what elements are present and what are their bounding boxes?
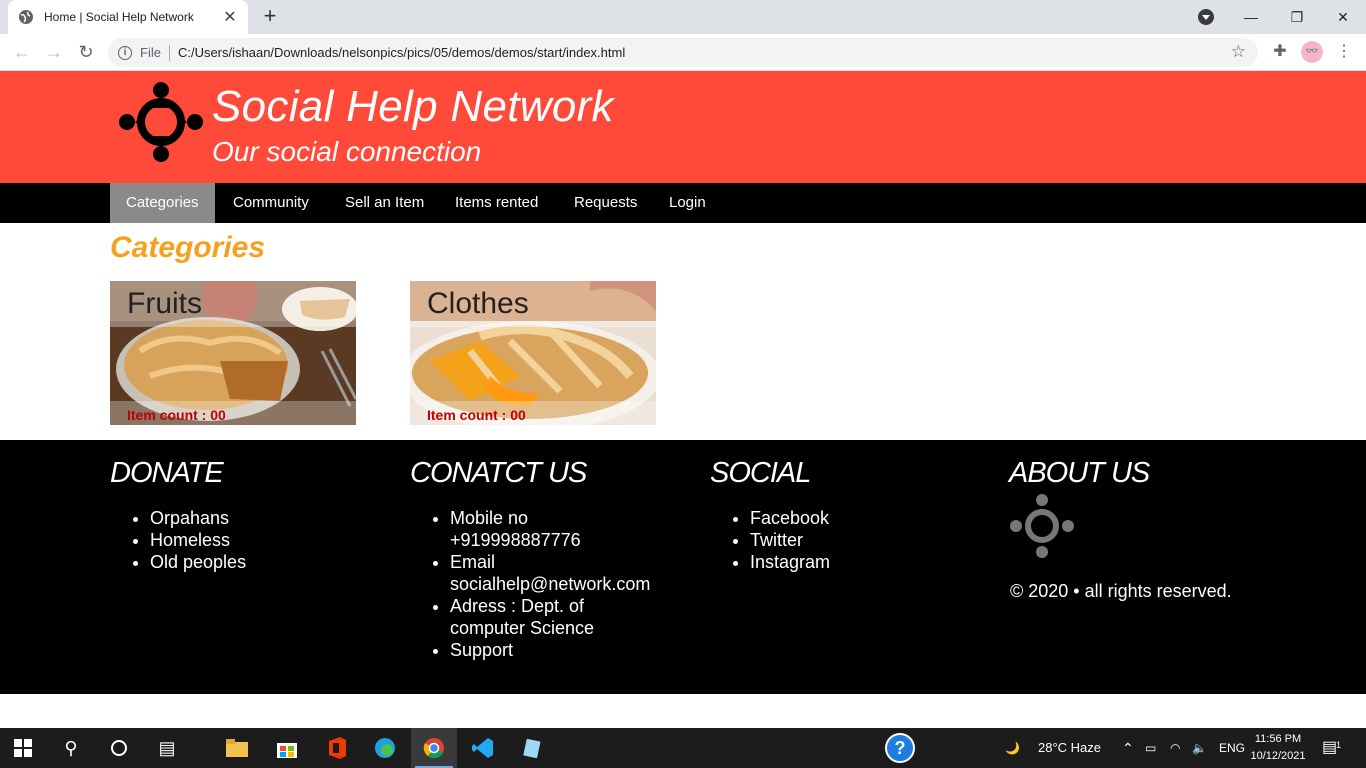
chrome-icon[interactable] <box>411 728 457 768</box>
url-scheme-label: File <box>140 45 161 60</box>
clock-date: 10/12/2021 <box>1250 750 1306 762</box>
card-name: Fruits <box>127 287 202 320</box>
category-card-clothes[interactable]: Clothes Item count : 00 <box>410 281 656 425</box>
back-arrow-icon[interactable]: ← <box>10 40 34 64</box>
contact-item[interactable]: Mobile no +919998887776 <box>450 507 660 551</box>
globe-icon <box>19 10 33 24</box>
taskbar-clock[interactable]: 11:56 PM 10/12/2021 <box>1248 731 1308 765</box>
menu-kebab-icon[interactable]: ⋮ <box>1333 41 1355 61</box>
site-header <box>0 71 1366 183</box>
windows-start-icon[interactable] <box>0 728 46 768</box>
donate-item[interactable]: Orpahans <box>150 507 394 529</box>
categories-title: Categories <box>110 231 266 264</box>
svg-text:?: ? <box>895 738 906 758</box>
tab-title: Home | Social Help Network <box>44 10 194 24</box>
browser-tab[interactable]: Home | Social Help Network ✕ <box>8 0 248 34</box>
nav-sell-an-item[interactable]: Sell an Item <box>329 183 440 223</box>
category-card-fruits[interactable]: Fruits Item count : 00 <box>110 281 356 425</box>
divider <box>168 44 170 61</box>
extensions-puzzle-icon[interactable]: ✚ <box>1269 41 1291 61</box>
store-icon[interactable] <box>264 728 310 768</box>
social-item[interactable]: Facebook <box>750 507 994 529</box>
url-text[interactable]: C:/Users/ishaan/Downloads/nelsonpics/pic… <box>178 45 625 60</box>
profile-avatar[interactable]: 👓 <box>1301 41 1323 63</box>
help-icon[interactable]: ? <box>877 728 923 768</box>
clock-time: 11:56 PM <box>1254 733 1302 745</box>
wifi-icon[interactable]: ◠ <box>1170 728 1180 768</box>
volume-icon[interactable]: 🔈 <box>1192 728 1207 768</box>
tab-search-icon[interactable] <box>1198 9 1214 25</box>
vscode-icon[interactable] <box>460 728 506 768</box>
donate-item[interactable]: Old peoples <box>150 551 394 573</box>
notification-count: 1 <box>1336 740 1342 750</box>
edge-icon[interactable] <box>362 728 408 768</box>
tab-close-icon[interactable]: ✕ <box>222 7 238 27</box>
nav-community[interactable]: Community <box>217 183 325 223</box>
language-indicator[interactable]: ENG <box>1219 728 1245 768</box>
contact-item[interactable]: Support <box>450 639 694 661</box>
contact-item[interactable]: Adress : Dept. of computer Science <box>450 595 640 639</box>
file-explorer-icon[interactable] <box>214 728 260 768</box>
windows-taskbar <box>0 728 1366 768</box>
weather-text[interactable]: 28°C Haze <box>1038 728 1101 768</box>
footer-logo-icon <box>1010 494 1074 558</box>
footer-social-title: SOCIAL <box>710 457 811 489</box>
forward-arrow-icon[interactable]: → <box>42 40 66 64</box>
address-bar[interactable]: i File C:/Users/ishaan/Downloads/nelsonp… <box>108 38 1258 67</box>
chevron-up-icon[interactable]: ⌃ <box>1122 728 1134 768</box>
contact-item[interactable]: Email socialhelp@network.com <box>450 551 694 595</box>
footer-contact: CONATCT US Mobile no +919998887776 Email… <box>410 455 694 661</box>
footer-donate: DONATE Orpahans Homeless Old peoples <box>110 455 394 573</box>
notepad-icon[interactable] <box>509 728 555 768</box>
battery-icon[interactable]: ▭ <box>1145 728 1156 768</box>
footer-social: SOCIAL Facebook Twitter Instagram <box>710 455 994 573</box>
minimize-button[interactable]: — <box>1228 0 1274 34</box>
site-subtitle: Our social connection <box>212 136 482 167</box>
info-icon[interactable]: i <box>118 45 132 60</box>
card-item-count: Item count : 00 <box>127 407 226 423</box>
task-view-icon[interactable]: ▤ <box>144 728 190 768</box>
social-item[interactable]: Twitter <box>750 529 994 551</box>
copyright-text: © 2020 • all rights reserved. <box>1010 581 1232 601</box>
nav-categories[interactable]: Categories <box>110 183 215 223</box>
nav-items-rented[interactable]: Items rented <box>439 183 554 223</box>
nav-login[interactable]: Login <box>653 183 722 223</box>
weather-icon[interactable]: 🌙 <box>1005 728 1020 768</box>
search-icon[interactable]: ⚲ <box>48 728 94 768</box>
bookmark-star-icon[interactable]: ☆ <box>1231 42 1246 62</box>
card-item-count: Item count : 00 <box>427 407 526 423</box>
footer-donate-title: DONATE <box>110 457 224 489</box>
cortana-icon[interactable] <box>96 728 142 768</box>
office-icon[interactable] <box>313 728 359 768</box>
footer-contact-title: CONATCT US <box>410 457 587 489</box>
card-name: Clothes <box>427 287 529 320</box>
reload-icon[interactable]: ↻ <box>74 40 98 64</box>
nav-requests[interactable]: Requests <box>558 183 653 223</box>
donate-item[interactable]: Homeless <box>150 529 394 551</box>
site-logo-icon <box>119 82 203 162</box>
new-tab-button[interactable]: + <box>258 4 282 28</box>
social-item[interactable]: Instagram <box>750 551 994 573</box>
close-window-button[interactable]: ✕ <box>1320 0 1366 34</box>
browser-toolbar: ← → ↻ i File C:/Users/ishaan/Downloads/n… <box>0 34 1366 71</box>
notification-icon[interactable]: ▤ <box>1322 728 1337 768</box>
site-title: Social Help Network <box>212 82 614 131</box>
maximize-button[interactable]: ❐ <box>1274 0 1320 34</box>
